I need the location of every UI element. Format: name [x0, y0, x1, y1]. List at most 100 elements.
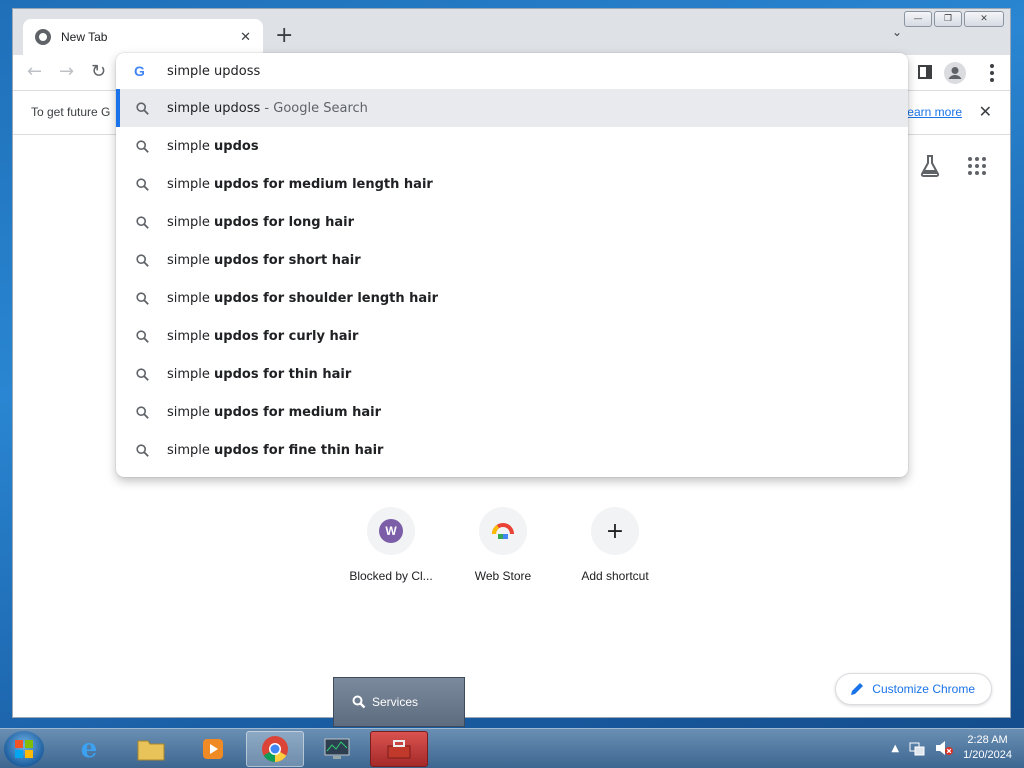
suggestion-text: simple updos for thin hair	[167, 367, 351, 382]
shortcut-label: Web Store	[474, 569, 532, 583]
close-window-button[interactable]: ✕	[964, 11, 1004, 27]
suggestion-completion: updos for medium length hair	[214, 176, 433, 192]
omnibox-dropdown: G simple updoss - Google Searchsimple up…	[116, 53, 908, 477]
start-button[interactable]	[4, 731, 44, 767]
suggestion-row[interactable]: simple updos for shoulder length hair	[116, 279, 908, 317]
services-gear-icon	[352, 695, 366, 709]
suggestion-prefix: simple	[167, 176, 215, 192]
suggestion-row[interactable]: simple updos for fine thin hair	[116, 431, 908, 469]
suggestion-text: simple updos for curly hair	[167, 329, 358, 344]
tab-search-chevron-icon[interactable]: ⌄	[892, 25, 902, 39]
tab-new-tab[interactable]: New Tab ✕	[23, 19, 263, 55]
suggestion-prefix: simple	[167, 328, 215, 344]
suggestion-completion: updos for medium hair	[214, 404, 381, 420]
suggestion-row[interactable]: simple updos for medium length hair	[116, 165, 908, 203]
suggestion-prefix: simple	[167, 290, 215, 306]
infobar-close-icon[interactable]: ✕	[979, 102, 992, 121]
suggestion-prefix: simple updoss	[167, 100, 261, 116]
taskbar-ie[interactable]: e	[60, 731, 118, 767]
taskbar-task-manager[interactable]	[308, 731, 366, 767]
suggestion-prefix: simple	[167, 138, 215, 154]
omnibox-input-row: G	[116, 53, 908, 89]
menu-kebab-icon[interactable]	[990, 64, 994, 82]
suggestion-row[interactable]: simple updos for thin hair	[116, 355, 908, 393]
minimize-button[interactable]: —	[904, 11, 932, 27]
taskbar-media-player[interactable]	[184, 731, 242, 767]
suggestion-row[interactable]: simple updos for medium hair	[116, 393, 908, 431]
new-tab-button[interactable]: +	[275, 23, 293, 49]
search-icon	[134, 177, 150, 191]
side-panel-icon[interactable]	[918, 65, 932, 79]
clock-date: 1/20/2024	[963, 749, 1012, 761]
shortcut-label: Add shortcut	[581, 569, 649, 583]
suggestion-row[interactable]: simple updos for short hair	[116, 241, 908, 279]
suggestion-prefix: simple	[167, 366, 215, 382]
chrome-icon	[35, 29, 51, 45]
suggestion-prefix: simple	[167, 404, 215, 420]
tab-close-icon[interactable]: ✕	[240, 30, 251, 45]
suggestion-row[interactable]: simple updos for curly hair	[116, 317, 908, 355]
toolbox-icon	[387, 740, 411, 759]
search-icon	[134, 443, 150, 457]
suggestion-row[interactable]: simple updos for long hair	[116, 203, 908, 241]
shortcut-label: Blocked by Cl...	[349, 569, 433, 583]
search-icon	[134, 101, 150, 115]
clock-time: 2:28 AM	[967, 734, 1008, 746]
google-g-icon: G	[134, 63, 145, 79]
restore-button[interactable]: ❐	[934, 11, 962, 27]
monitor-icon	[324, 738, 350, 759]
learn-more-link[interactable]: earn more	[907, 105, 962, 119]
suggestion-text: simple updos for shoulder length hair	[167, 291, 438, 306]
folder-icon	[137, 740, 165, 761]
profile-avatar-icon[interactable]	[944, 62, 966, 84]
shortcut-icon: W	[367, 507, 415, 555]
taskbar-explorer[interactable]	[122, 731, 180, 767]
suggestion-text: simple updos	[167, 139, 259, 154]
suggestion-row[interactable]: simple updoss - Google Search	[116, 89, 908, 127]
customize-chrome-button[interactable]: Customize Chrome	[835, 673, 992, 705]
internet-explorer-icon: e	[80, 734, 98, 764]
tray-expand-icon[interactable]: ▲	[891, 743, 899, 754]
suggestion-completion: updos for curly hair	[214, 328, 359, 344]
shortcut-blocked[interactable]: W Blocked by Cl...	[343, 507, 439, 583]
suggestion-prefix: simple	[167, 214, 215, 230]
taskbar-chrome[interactable]	[246, 731, 304, 767]
suggestion-prefix: simple	[167, 442, 215, 458]
window-controls: — ❐ ✕	[904, 11, 1004, 27]
address-bar-input[interactable]	[167, 63, 767, 79]
taskbar-services[interactable]	[370, 731, 428, 767]
taskbar: e ▲ 2:28 AM 1/20/2024	[0, 728, 1024, 768]
windows-logo-icon	[15, 740, 33, 758]
clock[interactable]: 2:28 AM 1/20/2024	[963, 733, 1012, 763]
back-arrow-icon[interactable]: ←	[27, 61, 42, 82]
search-icon	[134, 329, 150, 343]
suggestion-completion: updos	[214, 138, 259, 154]
pencil-icon	[851, 683, 864, 695]
speaker-muted-icon[interactable]	[935, 740, 954, 756]
suggestion-text: simple updos for long hair	[167, 215, 354, 230]
suggestion-prefix: simple	[167, 252, 215, 268]
network-icon[interactable]	[909, 740, 925, 756]
shortcut-web-store[interactable]: Web Store	[455, 507, 551, 583]
suggestion-completion: updos for shoulder length hair	[214, 290, 439, 306]
suggestion-completion: updos for long hair	[214, 214, 354, 230]
shortcut-icon	[479, 507, 527, 555]
w-letter-icon: W	[379, 519, 403, 543]
search-icon	[134, 405, 150, 419]
suggestion-completion: updos for thin hair	[214, 366, 352, 382]
labs-flask-icon[interactable]	[920, 155, 940, 181]
system-tray: ▲ 2:28 AM 1/20/2024	[891, 733, 1012, 763]
suggestion-text: simple updos for medium length hair	[167, 177, 433, 192]
reload-icon[interactable]: ↻	[91, 61, 106, 82]
suggestion-row[interactable]: simple updos	[116, 127, 908, 165]
apps-grid-icon[interactable]	[968, 157, 986, 175]
shortcut-add[interactable]: + Add shortcut	[567, 507, 663, 583]
suggestion-text: simple updos for medium hair	[167, 405, 381, 420]
suggestion-text: simple updos for fine thin hair	[167, 443, 383, 458]
shortcuts-row: W Blocked by Cl... Web Store + Add short…	[343, 507, 663, 583]
suggestion-list: simple updoss - Google Search simple updo…	[116, 89, 908, 469]
search-icon	[134, 215, 150, 229]
search-icon	[134, 139, 150, 153]
services-popup[interactable]: Services	[333, 677, 465, 727]
forward-arrow-icon[interactable]: →	[59, 61, 74, 82]
